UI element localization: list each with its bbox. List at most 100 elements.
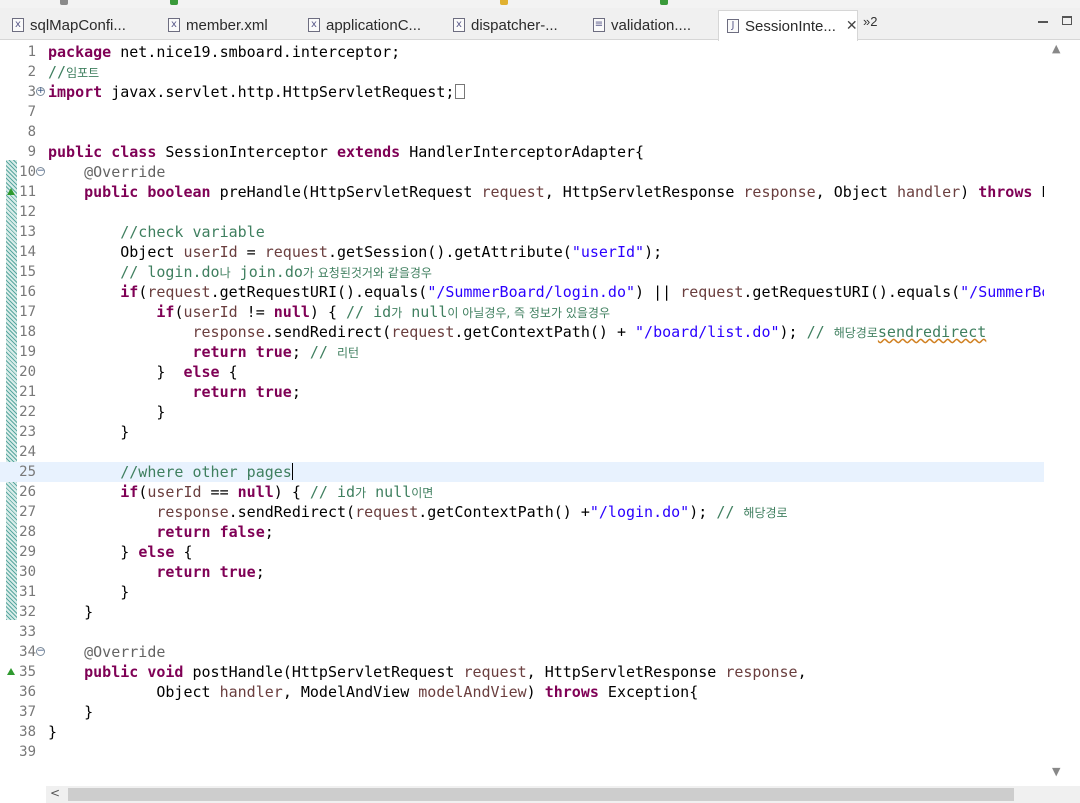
- maximize-icon[interactable]: [1062, 16, 1072, 25]
- line-number: 2: [27, 64, 36, 80]
- code-line[interactable]: 18 response.sendRedirect(request.getCont…: [0, 322, 1044, 342]
- toolbar-icon[interactable]: [660, 0, 668, 5]
- code-line[interactable]: 21 return true;: [0, 382, 1044, 402]
- line-number: 34: [19, 644, 36, 660]
- override-marker-icon: [7, 668, 15, 675]
- code-line[interactable]: 37 }: [0, 702, 1044, 722]
- code-line[interactable]: 38}: [0, 722, 1044, 742]
- code-line[interactable]: 8: [0, 122, 1044, 142]
- code-line[interactable]: 25 //where other pages: [0, 462, 1044, 482]
- code-text: } else {: [48, 543, 193, 561]
- line-number: 26: [19, 484, 36, 500]
- tab-overflow-button[interactable]: »2: [863, 14, 877, 29]
- line-number: 32: [19, 604, 36, 620]
- code-line[interactable]: 28 return false;: [0, 522, 1044, 542]
- line-number: 20: [19, 364, 36, 380]
- line-number: 15: [19, 264, 36, 280]
- code-line[interactable]: 35 public void postHandle(HttpServletReq…: [0, 662, 1044, 682]
- tab-validation[interactable]: ≡ validation....: [585, 10, 720, 40]
- scroll-left-icon[interactable]: <: [50, 786, 60, 800]
- code-line[interactable]: 9 public class SessionInterceptor extends…: [0, 142, 1044, 162]
- code-line[interactable]: 29 } else {: [0, 542, 1044, 562]
- code-line[interactable]: 30 return true;: [0, 562, 1044, 582]
- xml-file-icon: x: [12, 18, 24, 32]
- code-line[interactable]: 20 } else {: [0, 362, 1044, 382]
- code-line[interactable]: 34− @Override: [0, 642, 1044, 662]
- vertical-scrollbar[interactable]: ▲ ▼: [1044, 40, 1080, 786]
- code-text: return true;: [156, 563, 265, 581]
- tab-applicationcontext[interactable]: x applicationC...: [300, 10, 445, 40]
- tab-sessioninterceptor[interactable]: J SessionInte... ✕: [718, 10, 858, 41]
- line-number: 30: [19, 564, 36, 580]
- horizontal-scrollbar[interactable]: <: [46, 786, 1080, 803]
- tab-label: sqlMapConfi...: [30, 16, 126, 34]
- collapse-fold-icon[interactable]: −: [36, 167, 45, 176]
- minimize-icon[interactable]: [1038, 21, 1048, 23]
- code-text: Object userId = request.getSession().get…: [48, 243, 663, 261]
- code-line[interactable]: 15 // login.do나 join.do가 요청된것거와 같을경우: [0, 262, 1044, 282]
- line-number: 25: [19, 464, 36, 480]
- horizontal-scroll-thumb[interactable]: [68, 788, 1014, 801]
- code-line[interactable]: 16 if(request.getRequestURI().equals("/S…: [0, 282, 1044, 302]
- properties-file-icon: ≡: [593, 18, 605, 32]
- code-line[interactable]: 17 if(userId != null) { // id가 null이 아닐경…: [0, 302, 1044, 322]
- code-text: // login.do나 join.do가 요청된것거와 같을경우: [120, 263, 432, 281]
- code-text: } else {: [48, 363, 238, 381]
- code-line[interactable]: 2 //임포트: [0, 62, 1044, 82]
- code-line[interactable]: 10− @Override: [0, 162, 1044, 182]
- override-marker-icon: [7, 188, 15, 195]
- code-line[interactable]: 39: [0, 742, 1044, 762]
- toolbar-icon[interactable]: [60, 0, 68, 5]
- line-number: 7: [27, 104, 36, 120]
- code-line[interactable]: 14 Object userId = request.getSession().…: [0, 242, 1044, 262]
- tab-label: SessionInte...: [745, 17, 836, 35]
- code-text: public void postHandle(HttpServletReques…: [84, 663, 807, 681]
- code-line[interactable]: 7: [0, 102, 1044, 122]
- code-text: return true; // 리턴: [192, 343, 360, 361]
- code-line[interactable]: 24: [0, 442, 1044, 462]
- code-line[interactable]: 33: [0, 622, 1044, 642]
- line-number: 31: [19, 584, 36, 600]
- xml-file-icon: x: [453, 18, 465, 32]
- code-line[interactable]: 31 }: [0, 582, 1044, 602]
- expand-fold-icon[interactable]: +: [36, 87, 45, 96]
- scroll-down-icon[interactable]: ▼: [1052, 765, 1060, 778]
- code-line[interactable]: 26 if(userId == null) { // id가 null이면: [0, 482, 1044, 502]
- java-file-icon: J: [727, 19, 739, 33]
- collapse-fold-icon[interactable]: −: [36, 647, 45, 656]
- code-text: }: [48, 723, 58, 741]
- code-text: return true;: [192, 383, 301, 401]
- line-number: 22: [19, 404, 36, 420]
- code-line[interactable]: 22 }: [0, 402, 1044, 422]
- code-text: //임포트: [48, 63, 100, 81]
- code-line[interactable]: 19 return true; // 리턴: [0, 342, 1044, 362]
- code-text: if(request.getRequestURI().equals("/Summ…: [120, 283, 1044, 301]
- code-line[interactable]: 3 + import javax.servlet.http.HttpServletR…: [0, 82, 1044, 102]
- xml-file-icon: x: [168, 18, 180, 32]
- code-line[interactable]: 12: [0, 202, 1044, 222]
- line-number: 24: [19, 444, 36, 460]
- line-number: 38: [19, 724, 36, 740]
- line-number: 21: [19, 384, 36, 400]
- code-line[interactable]: 23 }: [0, 422, 1044, 442]
- tab-label: applicationC...: [326, 16, 422, 34]
- scroll-up-icon[interactable]: ▲: [1052, 42, 1060, 55]
- tab-label: member.xml: [186, 16, 268, 34]
- close-tab-icon[interactable]: ✕: [846, 18, 857, 34]
- tab-dispatcher[interactable]: x dispatcher-...: [445, 10, 585, 40]
- code-line[interactable]: 32 }: [0, 602, 1044, 622]
- run-icon[interactable]: [170, 0, 178, 5]
- code-text: if(userId == null) { // id가 null이면: [120, 483, 434, 501]
- toolbar-icon[interactable]: [500, 0, 508, 5]
- code-line[interactable]: 27 response.sendRedirect(request.getCont…: [0, 502, 1044, 522]
- code-text: }: [48, 603, 94, 621]
- tab-sqlmapconfig[interactable]: x sqlMapConfi...: [4, 10, 154, 40]
- code-line[interactable]: 1 package net.nice19.smboard.interceptor;: [0, 42, 1044, 62]
- code-text: if(userId != null) { // id가 null이 아닐경우, …: [156, 303, 610, 321]
- code-line[interactable]: 36 Object handler, ModelAndView modelAnd…: [0, 682, 1044, 702]
- code-editor[interactable]: 1 package net.nice19.smboard.interceptor;…: [0, 40, 1044, 786]
- code-line[interactable]: 13 //check variable: [0, 222, 1044, 242]
- code-text: @Override: [84, 163, 166, 181]
- code-line[interactable]: 11 public boolean preHandle(HttpServletR…: [0, 182, 1044, 202]
- tab-member-xml[interactable]: x member.xml: [160, 10, 300, 40]
